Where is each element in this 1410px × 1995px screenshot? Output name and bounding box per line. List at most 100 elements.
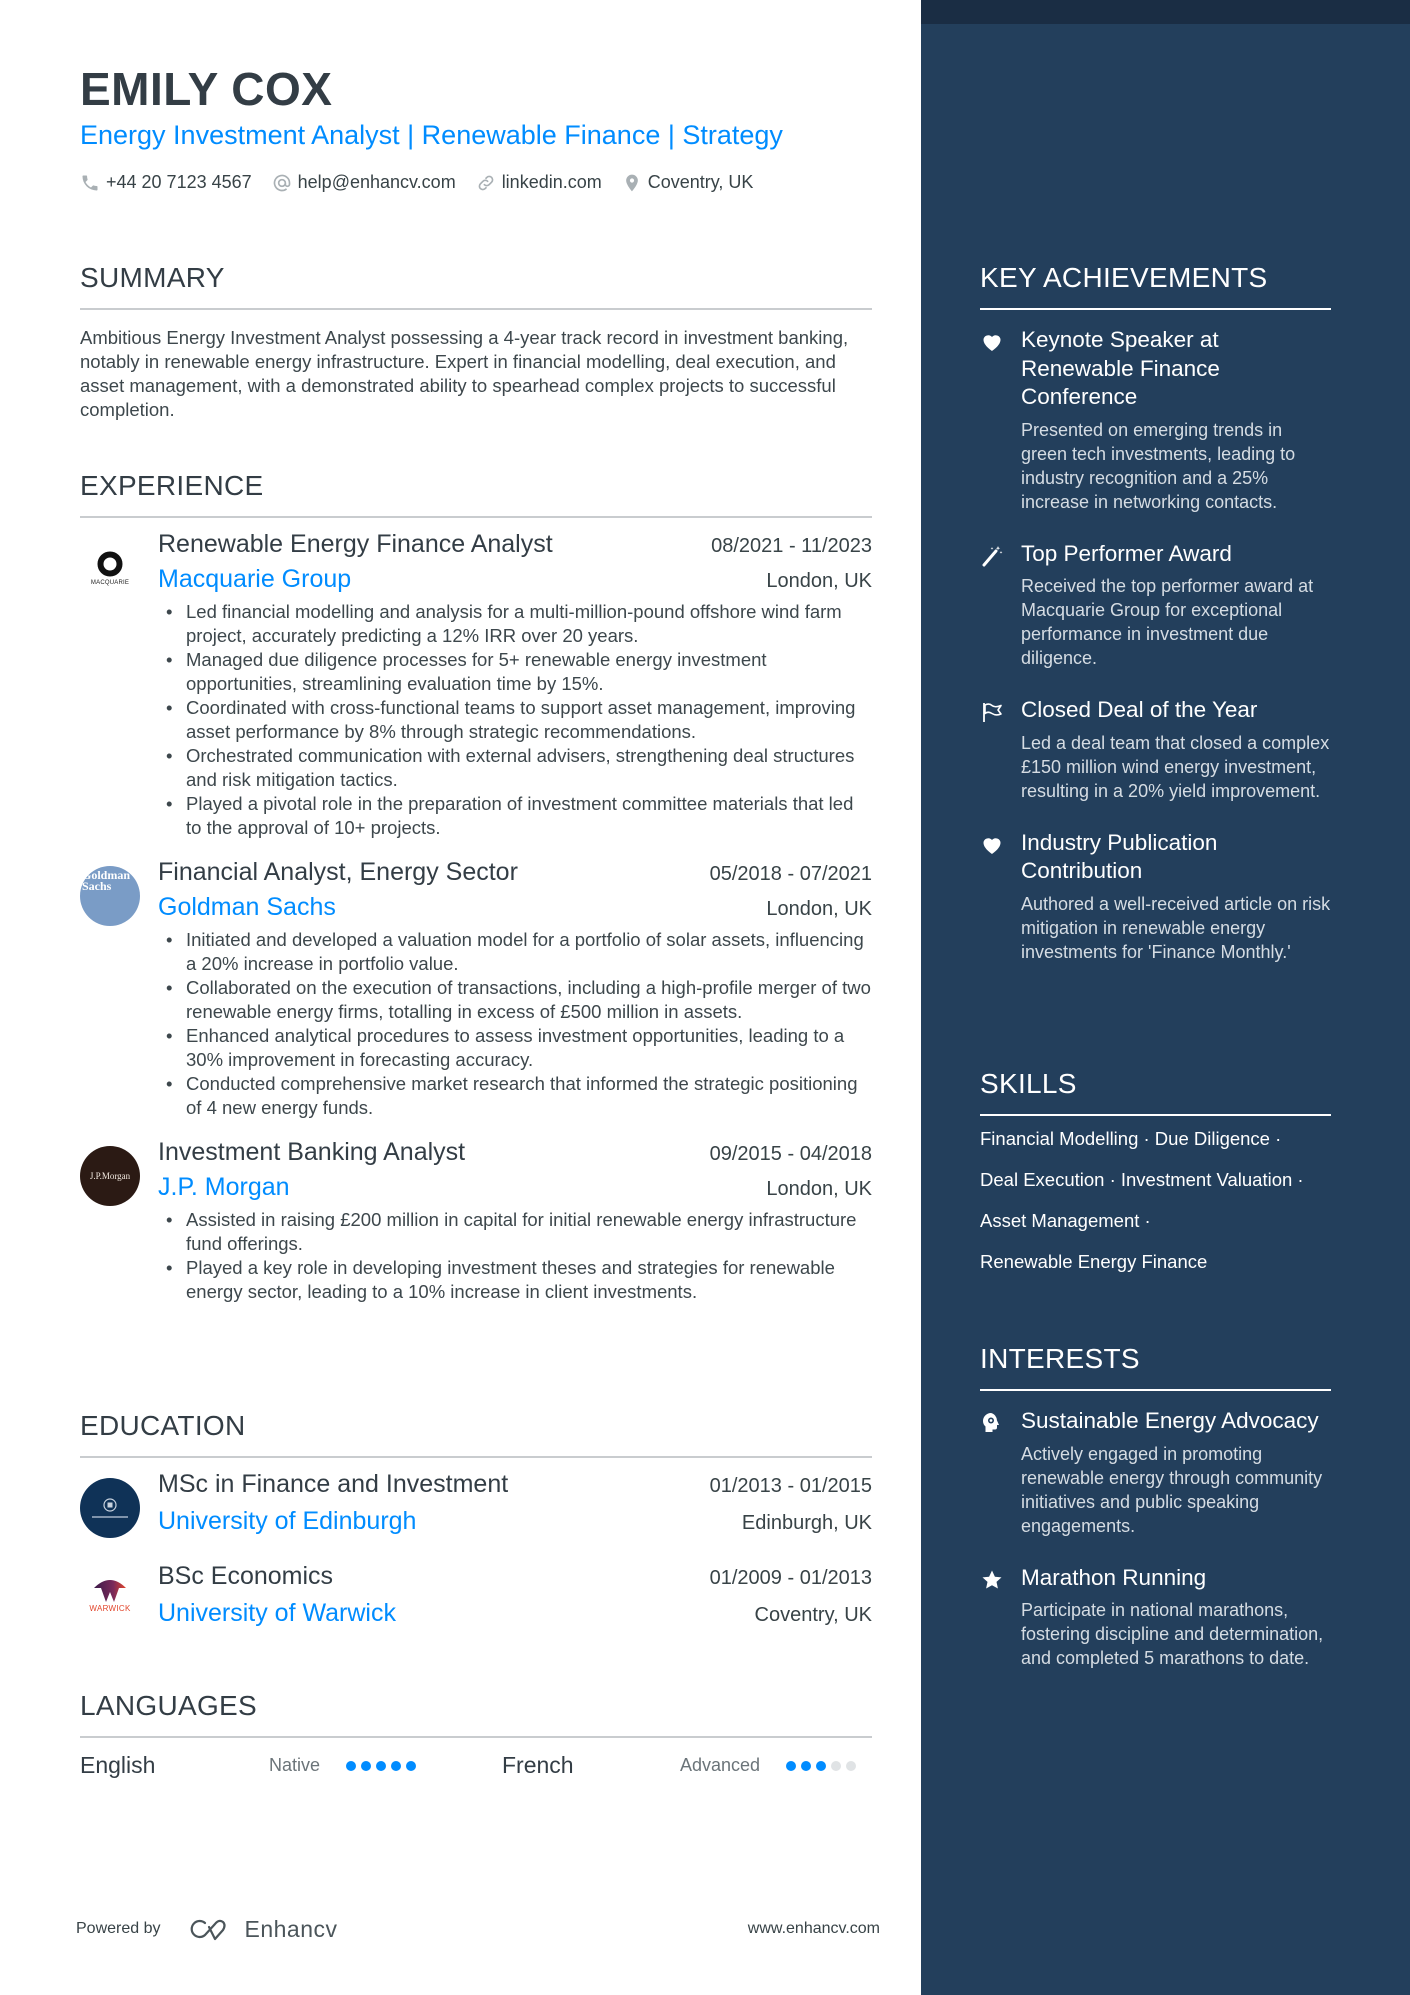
bullet-item: Initiated and developed a valuation mode… — [158, 928, 872, 976]
enhancv-brand[interactable]: Enhancv — [187, 1915, 338, 1943]
language-rating — [346, 1760, 421, 1771]
section-divider — [80, 1456, 872, 1458]
interest-title: Marathon Running — [1021, 1564, 1207, 1590]
bullet-item: Collaborated on the execution of transac… — [158, 976, 872, 1024]
edinburgh-crest-icon — [103, 1498, 117, 1512]
summary-section: SUMMARY Ambitious Energy Investment Anal… — [80, 262, 872, 422]
job-dates: 05/2018 - 07/2021 — [709, 863, 872, 885]
bullet-item: Managed due diligence processes for 5+ r… — [158, 648, 872, 696]
achievement-item: Keynote Speaker at Renewable Finance Con… — [980, 326, 1331, 514]
skill-line: Renewable Energy Finance — [980, 1251, 1208, 1272]
skill-line: Asset Management · — [980, 1210, 1151, 1231]
enhancv-brand-name: Enhancv — [244, 1915, 338, 1942]
footer: Powered by Enhancv www.enhancv.com — [76, 1915, 880, 1943]
bullet-item: Played a pivotal role in the preparation… — [158, 792, 872, 840]
contact-linkedin[interactable]: linkedin.com — [476, 172, 602, 193]
company-name: Macquarie Group — [158, 565, 352, 593]
rating-dot-filled — [786, 1760, 796, 1771]
star-icon — [982, 1570, 1002, 1588]
at-icon — [273, 174, 290, 191]
education-title: EDUCATION — [80, 1410, 246, 1441]
linkedin-link[interactable]: linkedin.com — [502, 172, 602, 193]
bullet-item: Conducted comprehensive market research … — [158, 1072, 872, 1120]
language-item: French Advanced — [476, 1752, 872, 1779]
contact-email[interactable]: help@enhancv.com — [272, 172, 456, 193]
school-name: University of Edinburgh — [158, 1507, 417, 1535]
heart-icon — [983, 335, 1001, 351]
job-location: London, UK — [766, 1178, 872, 1200]
rating-dot-filled — [406, 1760, 416, 1771]
jpmorgan-logo-text: J.P.Morgan — [89, 1171, 131, 1181]
interest-item: Marathon Running Participate in national… — [980, 1564, 1331, 1671]
enhancv-logo-icon — [190, 1919, 226, 1941]
education-location: Coventry, UK — [754, 1604, 872, 1626]
jpmorgan-logo: J.P.Morgan — [80, 1146, 140, 1206]
languages-title: LANGUAGES — [80, 1690, 257, 1721]
skill-line: Financial Modelling · Due Diligence · — [980, 1128, 1282, 1149]
achievement-title: Closed Deal of the Year — [1021, 697, 1258, 722]
education-item: MSc in Finance and Investment 01/2013 - … — [80, 1470, 872, 1538]
head-brain-icon — [983, 1413, 999, 1432]
school-name: University of Warwick — [158, 1599, 396, 1627]
edinburgh-logo-text-line — [92, 1516, 128, 1518]
company-name: J.P. Morgan — [158, 1173, 290, 1201]
rating-dot-filled — [361, 1760, 371, 1771]
contact-bar: +44 20 7123 4567 help@enhancv.com linked… — [80, 172, 773, 193]
bullet-item: Enhanced analytical procedures to assess… — [158, 1024, 872, 1072]
warwick-crest-icon — [94, 1579, 126, 1602]
rating-dot-filled — [391, 1760, 401, 1771]
interests-title: INTERESTS — [980, 1343, 1140, 1374]
job-title: Investment Banking Analyst — [158, 1138, 466, 1166]
bullet-item: Assisted in raising £200 million in capi… — [158, 1208, 872, 1256]
macquarie-ring-icon — [97, 551, 123, 576]
location-pin-icon — [625, 174, 638, 191]
bullet-item: Coordinated with cross-functional teams … — [158, 696, 872, 744]
contact-phone: +44 20 7123 4567 — [80, 172, 252, 193]
interest-item: Sustainable Energy Advocacy Actively eng… — [980, 1407, 1331, 1538]
phone-number: +44 20 7123 4567 — [106, 172, 252, 192]
achievement-description: Authored a well-received article on risk… — [1021, 893, 1331, 962]
achievement-title: Keynote Speaker at Renewable Finance Con… — [1021, 327, 1220, 409]
powered-by-label: Powered by — [76, 1920, 161, 1937]
language-level: Advanced — [679, 1755, 760, 1775]
rating-dot-empty — [846, 1760, 856, 1771]
section-divider — [980, 1389, 1331, 1391]
macquarie-logo: MACQUARIE — [80, 538, 140, 598]
location-text: Coventry, UK — [647, 172, 754, 192]
job-bullets: Led financial modelling and analysis for… — [158, 600, 872, 840]
magic-wand-icon — [982, 545, 1003, 566]
job-dates: 09/2015 - 04/2018 — [709, 1143, 872, 1165]
languages-section: LANGUAGES English Native French Advanced — [80, 1690, 872, 1779]
email-link[interactable]: help@enhancv.com — [298, 172, 456, 193]
experience-section: EXPERIENCE MACQUARIE Renewable Energy Fi… — [80, 470, 872, 1304]
section-divider — [80, 516, 872, 518]
flag-icon — [983, 703, 1002, 722]
summary-title: SUMMARY — [80, 262, 225, 293]
website-link[interactable]: www.enhancv.com — [748, 1920, 880, 1938]
contact-location: Coventry, UK — [622, 172, 754, 193]
sidebar: KEY ACHIEVEMENTS Keynote Speaker at Rene… — [921, 0, 1410, 1995]
education-section: EDUCATION MSc in Finance and Investment … — [80, 1410, 872, 1628]
rating-dot-filled — [346, 1760, 356, 1771]
section-divider — [980, 1114, 1331, 1116]
bullet-item: Orchestrated communication with external… — [158, 744, 872, 792]
rating-dot-filled — [816, 1760, 826, 1771]
achievements-section: KEY ACHIEVEMENTS Keynote Speaker at Rene… — [980, 262, 1331, 964]
skills-list: Financial Modelling · Due Diligence · De… — [980, 1118, 1331, 1282]
experience-item: J.P.Morgan Investment Banking Analyst 09… — [80, 1138, 872, 1304]
warwick-logo: WARWICK — [80, 1564, 140, 1624]
language-level: Native — [268, 1755, 320, 1775]
macquarie-logo-text: MACQUARIE — [90, 579, 130, 586]
education-item: WARWICK BSc Economics 01/2009 - 01/2013 … — [80, 1562, 872, 1628]
link-icon — [478, 175, 494, 190]
experience-item: MACQUARIE Renewable Energy Finance Analy… — [80, 530, 872, 840]
job-bullets: Initiated and developed a valuation mode… — [158, 928, 872, 1120]
phone-icon — [82, 175, 98, 190]
education-location: Edinburgh, UK — [741, 1512, 872, 1534]
skill-line: Deal Execution · Investment Valuation · — [980, 1169, 1304, 1190]
rating-dot-empty — [831, 1760, 841, 1771]
achievement-title: Industry Publication Contribution — [1021, 829, 1218, 884]
degree-title: BSc Economics — [158, 1562, 334, 1590]
degree-title: MSc in Finance and Investment — [158, 1470, 509, 1498]
heart-icon — [983, 837, 1001, 854]
